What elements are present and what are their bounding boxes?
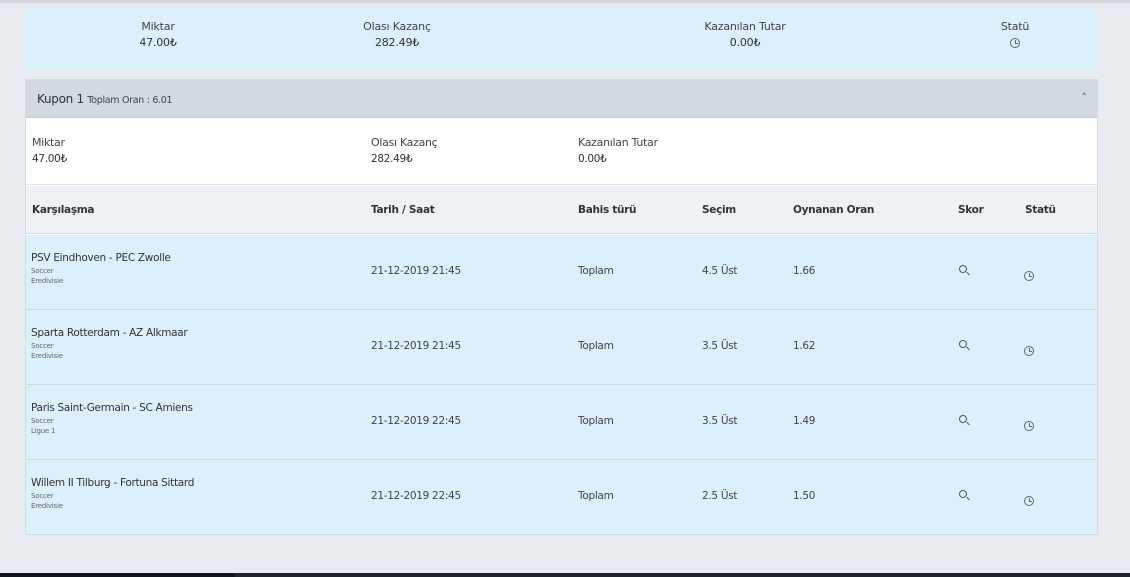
match-sport: Soccer	[31, 342, 54, 350]
match-league: Eredivisie	[31, 502, 63, 510]
bet-odds: 1.50	[793, 490, 816, 502]
summary-status-label: Statü	[1000, 20, 1030, 33]
summary-won-amount: Kazanılan Tutar 0.00₺	[675, 20, 815, 49]
bet-type: Toplam	[578, 265, 614, 277]
match-cell: Paris Saint-Germain - SC Amiens Soccer L…	[31, 402, 193, 435]
bet-type: Toplam	[578, 490, 614, 502]
summary-amount-value: 47.00₺	[139, 36, 177, 49]
match-sport: Soccer	[31, 417, 54, 425]
bet-odds: 1.66	[793, 265, 816, 277]
coupon-possible-win-label: Olası Kazanç	[371, 136, 438, 149]
coupon-title: Kupon 1 Toplam Oran : 6.01	[37, 92, 173, 106]
coupon-possible-win: Olası Kazanç 282.49₺	[371, 136, 438, 165]
bet-odds: 1.49	[793, 415, 816, 427]
table-row: Sparta Rotterdam - AZ Alkmaar Soccer Ere…	[26, 310, 1097, 385]
bottom-bar	[0, 573, 1130, 577]
coupon-won-amount: Kazanılan Tutar 0.00₺	[578, 136, 658, 165]
summary-won-amount-value: 0.00₺	[729, 36, 761, 49]
search-icon[interactable]	[958, 414, 972, 428]
column-header-status: Statü	[1025, 204, 1056, 216]
search-icon[interactable]	[958, 339, 972, 353]
match-name: Sparta Rotterdam - AZ Alkmaar	[31, 327, 188, 339]
coupon-possible-win-value: 282.49₺	[371, 153, 413, 165]
clock-icon	[1024, 340, 1038, 356]
summary-status: Statü	[975, 20, 1055, 49]
clock-icon	[1024, 490, 1038, 506]
coupon-amount-label: Miktar	[32, 136, 65, 149]
table-row: Paris Saint-Germain - SC Amiens Soccer L…	[26, 385, 1097, 460]
coupon-won-amount-label: Kazanılan Tutar	[578, 136, 658, 149]
bet-odds: 1.62	[793, 340, 816, 352]
clock-icon	[1024, 265, 1038, 281]
coupon-name: Kupon 1	[37, 92, 84, 106]
match-name: PSV Eindhoven - PEC Zwolle	[31, 252, 171, 264]
match-cell: PSV Eindhoven - PEC Zwolle Soccer Erediv…	[31, 252, 171, 285]
match-datetime: 21-12-2019 21:45	[371, 265, 461, 277]
coupon-amount: Miktar 47.00₺	[32, 136, 67, 165]
summary-possible-win: Olası Kazanç 282.49₺	[337, 20, 457, 49]
match-sport: Soccer	[31, 492, 54, 500]
summary-amount: Miktar 47.00₺	[98, 20, 218, 49]
match-name: Paris Saint-Germain - SC Amiens	[31, 402, 193, 414]
bet-summary: Miktar 47.00₺ Olası Kazanç 282.49₺ Kazan…	[25, 8, 1098, 70]
bet-type: Toplam	[578, 340, 614, 352]
match-datetime: 21-12-2019 21:45	[371, 340, 461, 352]
match-cell: Sparta Rotterdam - AZ Alkmaar Soccer Ere…	[31, 327, 188, 360]
match-name: Willem II Tilburg - Fortuna Sittard	[31, 477, 195, 489]
bet-selection: 4.5 Üst	[702, 265, 738, 277]
bet-selection: 2.5 Üst	[702, 490, 738, 502]
coupon-total-odds: Toplam Oran : 6.01	[87, 95, 173, 106]
match-league: Eredivisie	[31, 352, 63, 360]
bet-selection: 3.5 Üst	[702, 340, 738, 352]
clock-icon	[1010, 38, 1020, 48]
table-header: Karşılaşma Tarih / Saat Bahis türü Seçim…	[26, 186, 1097, 234]
summary-won-amount-label: Kazanılan Tutar	[704, 20, 786, 33]
chevron-up-icon[interactable]: ˄	[1082, 90, 1088, 106]
column-header-odds: Oynanan Oran	[793, 204, 875, 216]
match-cell: Willem II Tilburg - Fortuna Sittard Socc…	[31, 477, 194, 510]
table-row: Willem II Tilburg - Fortuna Sittard Socc…	[26, 460, 1097, 535]
clock-icon	[1024, 415, 1038, 431]
page: Miktar 47.00₺ Olası Kazanç 282.49₺ Kazan…	[0, 0, 1130, 577]
top-divider	[0, 0, 1130, 3]
coupon-card: Kupon 1 Toplam Oran : 6.01 ˄ Miktar 47.0…	[25, 79, 1098, 535]
column-header-selection: Seçim	[702, 204, 736, 216]
coupon-won-amount-value: 0.00₺	[578, 153, 607, 165]
coupon-header[interactable]: Kupon 1 Toplam Oran : 6.01 ˄	[26, 80, 1097, 118]
bet-selection: 3.5 Üst	[702, 415, 738, 427]
column-header-score: Skor	[958, 204, 984, 216]
match-datetime: 21-12-2019 22:45	[371, 490, 461, 502]
match-sport: Soccer	[31, 267, 54, 275]
bet-type: Toplam	[578, 415, 614, 427]
match-league: Eredivisie	[31, 277, 63, 285]
coupon-info: Miktar 47.00₺ Olası Kazanç 282.49₺ Kazan…	[26, 118, 1097, 185]
column-header-match: Karşılaşma	[32, 204, 95, 216]
match-league: Ligue 1	[31, 427, 56, 435]
column-header-datetime: Tarih / Saat	[371, 204, 435, 216]
column-header-bet-type: Bahis türü	[578, 204, 637, 216]
summary-possible-win-label: Olası Kazanç	[363, 20, 431, 33]
summary-amount-label: Miktar	[141, 20, 175, 33]
table-row: PSV Eindhoven - PEC Zwolle Soccer Erediv…	[26, 235, 1097, 310]
summary-possible-win-value: 282.49₺	[374, 36, 420, 49]
coupon-amount-value: 47.00₺	[32, 153, 67, 165]
search-icon[interactable]	[958, 264, 972, 278]
search-icon[interactable]	[958, 489, 972, 503]
match-datetime: 21-12-2019 22:45	[371, 415, 461, 427]
